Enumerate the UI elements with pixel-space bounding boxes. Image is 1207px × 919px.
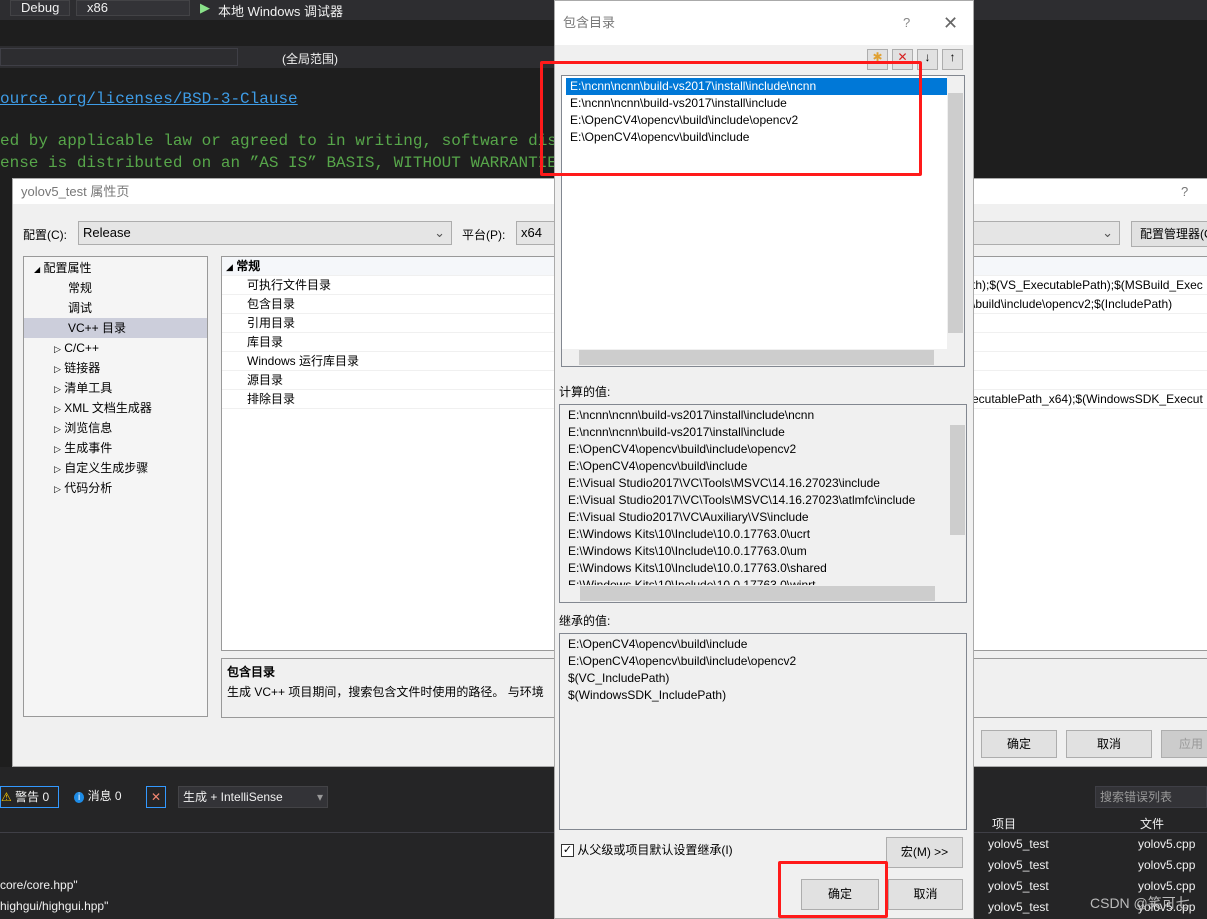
error-description: core/core.hpp" bbox=[0, 878, 78, 892]
computed-values-list: E:\ncnn\ncnn\build-vs2017\install\includ… bbox=[559, 404, 967, 603]
navigation-bar: (全局范围) bbox=[0, 46, 560, 68]
config-label: 配置(C): bbox=[23, 228, 67, 242]
computed-entry: E:\Windows Kits\10\Include\10.0.17763.0\… bbox=[568, 561, 827, 575]
tree-item[interactable]: 调试 bbox=[24, 298, 207, 318]
dialog-title: 包含目录 ? ✕ bbox=[555, 1, 973, 45]
computed-entry: E:\Visual Studio2017\VC\Auxiliary\VS\inc… bbox=[568, 510, 809, 524]
play-icon[interactable]: ▶ bbox=[200, 0, 210, 16]
highlight-box-entries bbox=[540, 61, 922, 176]
expand-icon[interactable]: ▷ bbox=[54, 424, 61, 434]
property-tree: ◢ 配置属性 常规 调试 VC++ 目录 ▷ C/C++ ▷ 链接器 ▷ 清单工具 ▷ XML… bbox=[23, 256, 208, 717]
column-file[interactable]: 文件 bbox=[1140, 815, 1164, 832]
macros-button[interactable]: 宏(M) >> bbox=[886, 837, 963, 868]
config-manager-button[interactable]: 配置管理器(O)... bbox=[1131, 221, 1207, 247]
inherit-checkbox[interactable]: ✓ 从父级或项目默认设置继承(I) bbox=[561, 841, 733, 858]
tree-item[interactable]: ▷ 清单工具 bbox=[24, 378, 207, 398]
horizontal-scrollbar[interactable] bbox=[560, 585, 966, 602]
config-select[interactable]: Release ⌄ bbox=[78, 221, 452, 245]
expand-icon[interactable]: ▷ bbox=[54, 464, 61, 474]
expand-icon[interactable]: ▷ bbox=[54, 384, 61, 394]
watermark: CSDN @笑可七 bbox=[1090, 895, 1190, 911]
computed-entry: E:\Visual Studio2017\VC\Tools\MSVC\14.16… bbox=[568, 493, 916, 507]
info-icon: i bbox=[74, 792, 85, 803]
column-project[interactable]: 项目 bbox=[992, 815, 1016, 832]
help-button[interactable]: ? bbox=[1181, 179, 1188, 204]
ok-button[interactable]: 确定 bbox=[981, 730, 1057, 758]
error-description: highgui/highgui.hpp" bbox=[0, 899, 109, 913]
move-up-icon[interactable]: ↑ bbox=[942, 49, 963, 70]
code-comment: ense is distributed on an ”AS IS” BASIS,… bbox=[0, 154, 596, 172]
expand-icon[interactable]: ▷ bbox=[54, 364, 61, 374]
computed-label: 计算的值: bbox=[559, 385, 611, 399]
tree-item[interactable]: ▷ 自定义生成步骤 bbox=[24, 458, 207, 478]
warnings-filter[interactable]: ⚠ 警告 0 bbox=[0, 786, 59, 808]
search-error-list-input[interactable]: 搜索错误列表 bbox=[1095, 786, 1207, 808]
config-dropdown[interactable]: Debug bbox=[10, 0, 70, 16]
member-dropdown[interactable] bbox=[0, 48, 238, 66]
computed-entry: E:\ncnn\ncnn\build-vs2017\install\includ… bbox=[568, 408, 815, 422]
platform-dropdown[interactable]: x86 bbox=[76, 0, 190, 16]
inherited-label: 继承的值: bbox=[559, 614, 611, 628]
tree-item[interactable]: ▷ C/C++ bbox=[24, 338, 207, 358]
scope-dropdown[interactable]: (全局范围) bbox=[282, 50, 338, 67]
highlight-box-ok bbox=[778, 861, 888, 918]
expand-icon[interactable]: ▷ bbox=[54, 484, 61, 494]
inherited-entry: E:\OpenCV4\opencv\build\include\opencv2 bbox=[568, 654, 797, 668]
computed-entry: E:\OpenCV4\opencv\build\include bbox=[568, 459, 748, 473]
tree-item[interactable]: ▷ 代码分析 bbox=[24, 478, 207, 498]
vertical-scrollbar[interactable] bbox=[947, 76, 964, 351]
inherited-entry: $(WindowsSDK_IncludePath) bbox=[568, 688, 727, 702]
code-link[interactable]: ource.org/licenses/BSD-3-Clause bbox=[0, 90, 298, 108]
inherited-entry: E:\OpenCV4\opencv\build\include bbox=[568, 637, 748, 651]
expand-icon[interactable]: ▷ bbox=[54, 344, 61, 354]
inherited-entry: $(VC_IncludePath) bbox=[568, 671, 670, 685]
start-debugger-button[interactable]: 本地 Windows 调试器 bbox=[218, 1, 343, 20]
expand-icon[interactable]: ▷ bbox=[54, 404, 61, 414]
platform-label: 平台(P): bbox=[462, 228, 506, 242]
scope-dropdown[interactable]: 生成 + IntelliSense ▾ bbox=[178, 786, 328, 808]
cancel-button[interactable]: 取消 bbox=[1066, 730, 1152, 758]
apply-button[interactable]: 应用 bbox=[1161, 730, 1207, 758]
help-button[interactable]: ? bbox=[903, 1, 910, 45]
horizontal-scrollbar[interactable] bbox=[562, 349, 964, 366]
computed-entry: E:\Windows Kits\10\Include\10.0.17763.0\… bbox=[568, 527, 811, 541]
clear-filter-icon[interactable]: ✕ bbox=[146, 786, 166, 808]
tree-item[interactable]: ▷ 生成事件 bbox=[24, 438, 207, 458]
computed-entry: E:\Visual Studio2017\VC\Tools\MSVC\14.16… bbox=[568, 476, 880, 490]
computed-entry: E:\Windows Kits\10\Include\10.0.17763.0\… bbox=[568, 544, 807, 558]
code-comment: ed by applicable law or agreed to in wri… bbox=[0, 132, 625, 150]
computed-entry: E:\ncnn\ncnn\build-vs2017\install\includ… bbox=[568, 425, 785, 439]
tree-item[interactable]: VC++ 目录 bbox=[24, 318, 207, 338]
close-icon[interactable]: ✕ bbox=[943, 1, 958, 45]
cancel-button[interactable]: 取消 bbox=[888, 879, 963, 910]
expand-icon[interactable]: ▷ bbox=[54, 444, 61, 454]
tree-item[interactable]: ▷ 链接器 bbox=[24, 358, 207, 378]
computed-entry: E:\OpenCV4\opencv\build\include\opencv2 bbox=[568, 442, 797, 456]
vertical-scrollbar[interactable] bbox=[949, 405, 966, 585]
tree-item[interactable]: ▷ XML 文档生成器 bbox=[24, 398, 207, 418]
tree-item[interactable]: ◢ 配置属性 bbox=[24, 258, 207, 278]
inherited-values-list: E:\OpenCV4\opencv\build\include E:\OpenCV… bbox=[559, 633, 967, 830]
messages-filter[interactable]: i 消息 0 bbox=[74, 786, 122, 808]
tree-item[interactable]: 常规 bbox=[24, 278, 207, 298]
vertical-scrollbar[interactable] bbox=[949, 634, 966, 829]
tree-item[interactable]: ▷ 浏览信息 bbox=[24, 418, 207, 438]
